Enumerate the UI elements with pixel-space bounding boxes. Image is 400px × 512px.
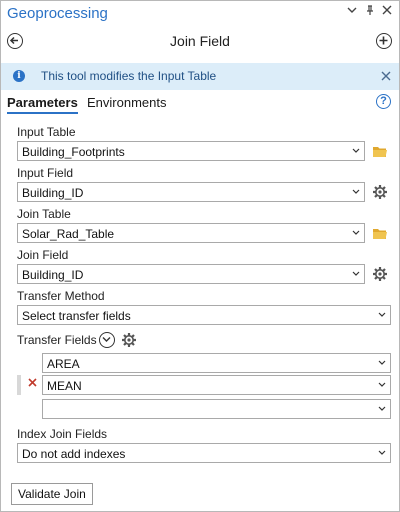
index-join-fields-value: Do not add indexes xyxy=(22,447,126,461)
input-field-value: Building_ID xyxy=(22,186,84,200)
transfer-method-value: Select transfer fields xyxy=(22,309,131,323)
geoprocessing-pane: Geoprocessing Join Field i This tool mod… xyxy=(0,0,400,512)
pin-icon[interactable] xyxy=(365,5,375,19)
transfer-fields-label: Transfer Fields xyxy=(17,333,97,347)
join-field-label: Join Field xyxy=(17,248,69,262)
chevron-down-icon xyxy=(378,406,386,411)
chevron-down-icon xyxy=(378,382,386,387)
input-table-value: Building_Footprints xyxy=(22,145,125,159)
chevron-down-icon xyxy=(378,360,386,365)
pane-title: Geoprocessing xyxy=(7,5,108,22)
chevron-down-icon xyxy=(352,148,360,153)
join-field-dropdown[interactable]: Building_ID xyxy=(17,264,365,284)
info-icon: i xyxy=(13,70,25,82)
gear-icon[interactable] xyxy=(372,184,388,200)
transfer-field-row-3[interactable] xyxy=(42,399,391,419)
chevron-down-icon xyxy=(352,189,360,194)
info-message-bar: i This tool modifies the Input Table xyxy=(1,63,399,90)
transfer-method-label: Transfer Method xyxy=(17,289,105,303)
remove-row-icon[interactable] xyxy=(28,378,37,390)
join-field-value: Building_ID xyxy=(22,268,84,282)
index-join-fields-dropdown[interactable]: Do not add indexes xyxy=(17,443,391,463)
chevron-down-icon xyxy=(352,230,360,235)
gear-icon[interactable] xyxy=(372,266,388,282)
tab-parameters[interactable]: Parameters xyxy=(7,95,78,114)
expand-chevron-icon[interactable] xyxy=(99,332,115,348)
input-table-dropdown[interactable]: Building_Footprints xyxy=(17,141,365,161)
transfer-field-value: MEAN xyxy=(47,379,82,393)
row-drag-handle[interactable] xyxy=(17,375,21,395)
input-field-label: Input Field xyxy=(17,166,74,180)
add-icon[interactable] xyxy=(376,33,392,49)
chevron-down-icon xyxy=(352,271,360,276)
input-table-label: Input Table xyxy=(17,125,76,139)
index-join-fields-label: Index Join Fields xyxy=(17,427,108,441)
join-table-label: Join Table xyxy=(17,207,71,221)
gear-icon[interactable] xyxy=(121,332,137,348)
join-table-dropdown[interactable]: Solar_Rad_Table xyxy=(17,223,365,243)
chevron-down-icon xyxy=(378,450,386,455)
tool-title: Join Field xyxy=(170,33,230,49)
transfer-field-row-1[interactable]: AREA xyxy=(42,353,391,373)
folder-icon[interactable] xyxy=(372,227,388,240)
close-icon[interactable] xyxy=(381,67,391,85)
folder-icon[interactable] xyxy=(372,145,388,158)
validate-join-button[interactable]: Validate Join xyxy=(11,483,93,505)
info-message: This tool modifies the Input Table xyxy=(41,69,217,83)
tab-environments[interactable]: Environments xyxy=(87,95,166,110)
chevron-down-icon[interactable] xyxy=(347,5,357,18)
transfer-method-dropdown[interactable]: Select transfer fields xyxy=(17,305,391,325)
join-table-value: Solar_Rad_Table xyxy=(22,227,115,241)
transfer-field-row-2[interactable]: MEAN xyxy=(42,375,391,395)
help-icon[interactable]: ? xyxy=(376,94,391,109)
pane-title-bar: Geoprocessing xyxy=(1,1,399,28)
transfer-field-value: AREA xyxy=(47,357,80,371)
chevron-down-icon xyxy=(378,312,386,317)
close-icon[interactable] xyxy=(382,5,392,18)
input-field-dropdown[interactable]: Building_ID xyxy=(17,182,365,202)
